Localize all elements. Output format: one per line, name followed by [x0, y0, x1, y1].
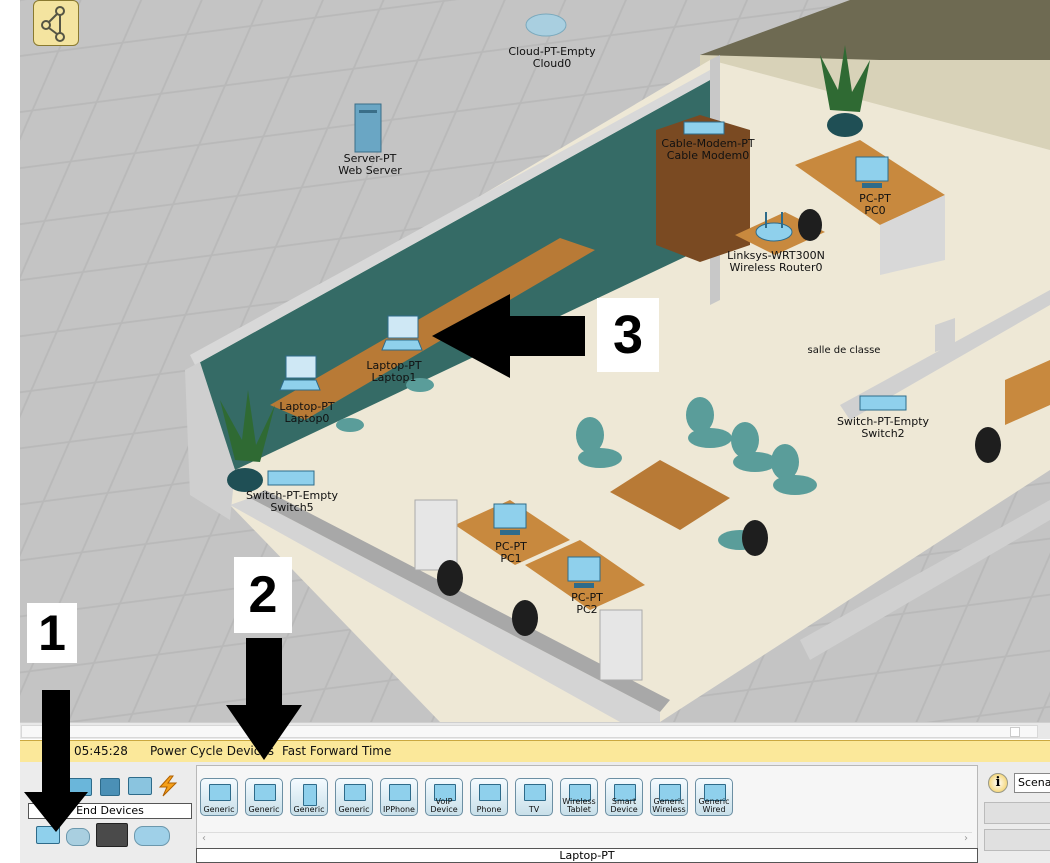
printer-icon — [344, 784, 366, 801]
device-generic-printer[interactable]: Generic — [335, 778, 373, 816]
laptop0-label: Laptop-PT Laptop0 — [279, 401, 334, 425]
device-label: IPPhone — [383, 805, 415, 814]
modem-label: Cable-Modem-PT Cable Modem0 — [661, 138, 754, 162]
selected-device-name: Laptop-PT — [196, 848, 978, 863]
workspace-scrollbar[interactable] — [20, 722, 1050, 739]
device-generic-server[interactable]: Generic — [290, 778, 328, 816]
label-line: Web Server — [338, 164, 402, 177]
scroll-right-icon[interactable]: › — [964, 833, 968, 844]
device-label: Generic Wired — [698, 797, 730, 814]
room-label: salle de classe — [808, 345, 881, 357]
fast-forward-time-button[interactable]: Fast Forward Time — [282, 741, 391, 762]
label-line: PC1 — [500, 552, 522, 565]
device-label: TV — [528, 805, 540, 814]
switch2-label: Switch-PT-Empty Switch2 — [837, 416, 929, 440]
device-voip[interactable]: VoIP Device — [425, 778, 463, 816]
device-label: Phone — [476, 805, 502, 814]
wireless-category-icon[interactable] — [128, 777, 152, 795]
physical-workspace[interactable]: Cloud-PT-Empty Cloud0 Server-PT Web Server… — [20, 0, 1050, 722]
scenario-panel: i Scena — [980, 765, 1050, 863]
cloud-label: Cloud-PT-Empty Cloud0 — [508, 46, 595, 70]
server-label: Server-PT Web Server — [338, 153, 402, 177]
laptop0-icon[interactable] — [278, 354, 322, 394]
scenario-select[interactable]: Scena — [1014, 773, 1050, 793]
router-label: Linksys-WRT300N Wireless Router0 — [727, 250, 825, 274]
pc2-label: PC-PT PC2 — [571, 592, 603, 616]
router-category-icon[interactable] — [68, 778, 92, 796]
device-phone[interactable]: Phone — [470, 778, 508, 816]
annotation-number-3: 3 — [597, 298, 659, 372]
label-line: salle de classe — [807, 345, 881, 356]
pc1-label: PC-PT PC1 — [495, 541, 527, 565]
label-line: Laptop1 — [371, 371, 417, 384]
device-tv[interactable]: TV — [515, 778, 553, 816]
annotation-number-1: 1 — [27, 603, 77, 663]
end-devices-category-icon[interactable] — [36, 826, 60, 844]
pc0-icon[interactable] — [852, 155, 892, 191]
device-generic-laptop[interactable]: Generic — [245, 778, 283, 816]
pc0-label: PC-PT PC0 — [859, 193, 891, 217]
laptop1-icon[interactable] — [380, 314, 424, 354]
custom-devices-category-icon[interactable] — [96, 823, 128, 847]
device-smart-device[interactable]: Smart Device — [605, 778, 643, 816]
clock-time: 05:45:28 — [74, 744, 128, 758]
switch5-icon[interactable] — [266, 465, 316, 489]
delete-scenario-button[interactable] — [984, 829, 1050, 851]
scrollbar-thumb[interactable] — [21, 725, 1038, 738]
laptop1-label: Laptop-PT Laptop1 — [366, 360, 421, 384]
pc-icon — [209, 784, 231, 801]
building-floorplan — [20, 0, 1050, 722]
label-line: Switch2 — [861, 427, 905, 440]
label-line: Cable Modem0 — [666, 149, 750, 162]
scrollbar-corner — [1010, 727, 1020, 737]
server-icon — [303, 784, 317, 806]
device-strip-scrollbar[interactable]: ‹ › — [198, 832, 972, 845]
new-scenario-button[interactable] — [984, 802, 1050, 824]
pc2-icon[interactable] — [564, 555, 604, 591]
wireless-router-icon[interactable] — [752, 208, 796, 244]
label-line: PC0 — [864, 204, 886, 217]
logical-view-button[interactable] — [33, 0, 79, 46]
device-generic-pc[interactable]: Generic — [200, 778, 238, 816]
device-wireless-tablet[interactable]: Wireless Tablet — [560, 778, 598, 816]
device-label: Smart Device — [610, 797, 638, 814]
label-line: Switch5 — [270, 501, 314, 514]
tv-icon — [524, 784, 546, 801]
label-line: Laptop0 — [284, 412, 330, 425]
category-label: End Devices — [28, 803, 192, 819]
switch5-label: Switch-PT-Empty Switch5 — [246, 490, 338, 514]
switch2-icon[interactable] — [858, 390, 908, 414]
cable-modem-icon[interactable] — [682, 118, 726, 138]
pc1-icon[interactable] — [490, 502, 530, 538]
multiuser-category-icon[interactable] — [134, 826, 170, 846]
label-line: Wireless Router0 — [729, 261, 823, 274]
wan-emulation-category-icon[interactable] — [66, 828, 90, 846]
laptop-icon — [254, 784, 276, 801]
device-label: Wireless Tablet — [562, 797, 596, 814]
scroll-left-icon[interactable]: ‹ — [202, 833, 206, 844]
device-label: Generic — [248, 805, 280, 814]
device-label: Generic — [293, 805, 325, 814]
label-line: Cloud0 — [532, 57, 572, 70]
info-icon[interactable]: i — [988, 773, 1008, 793]
server-icon[interactable] — [353, 102, 383, 154]
network-topology-icon — [41, 6, 65, 42]
device-ip-phone[interactable]: IPPhone — [380, 778, 418, 816]
ip-phone-icon — [389, 784, 411, 801]
realtime-bar: 05:45:28 Power Cycle Devices Fast Forwar… — [20, 740, 1050, 763]
label-line: PC2 — [576, 603, 598, 616]
switch-category-icon[interactable] — [100, 778, 120, 796]
annotation-number-2: 2 — [234, 557, 292, 633]
phone-icon — [479, 784, 501, 801]
device-label: Generic — [203, 805, 235, 814]
device-generic-wireless[interactable]: Generic Wireless — [650, 778, 688, 816]
cloud-icon[interactable] — [524, 10, 568, 38]
device-label: VoIP Device — [430, 797, 458, 814]
device-label: Generic Wireless — [652, 797, 686, 814]
connections-lightning-icon[interactable] — [156, 775, 180, 797]
power-cycle-devices-button[interactable]: Power Cycle Devices — [150, 741, 274, 762]
device-label: Generic — [338, 805, 370, 814]
device-generic-wired[interactable]: Generic Wired — [695, 778, 733, 816]
